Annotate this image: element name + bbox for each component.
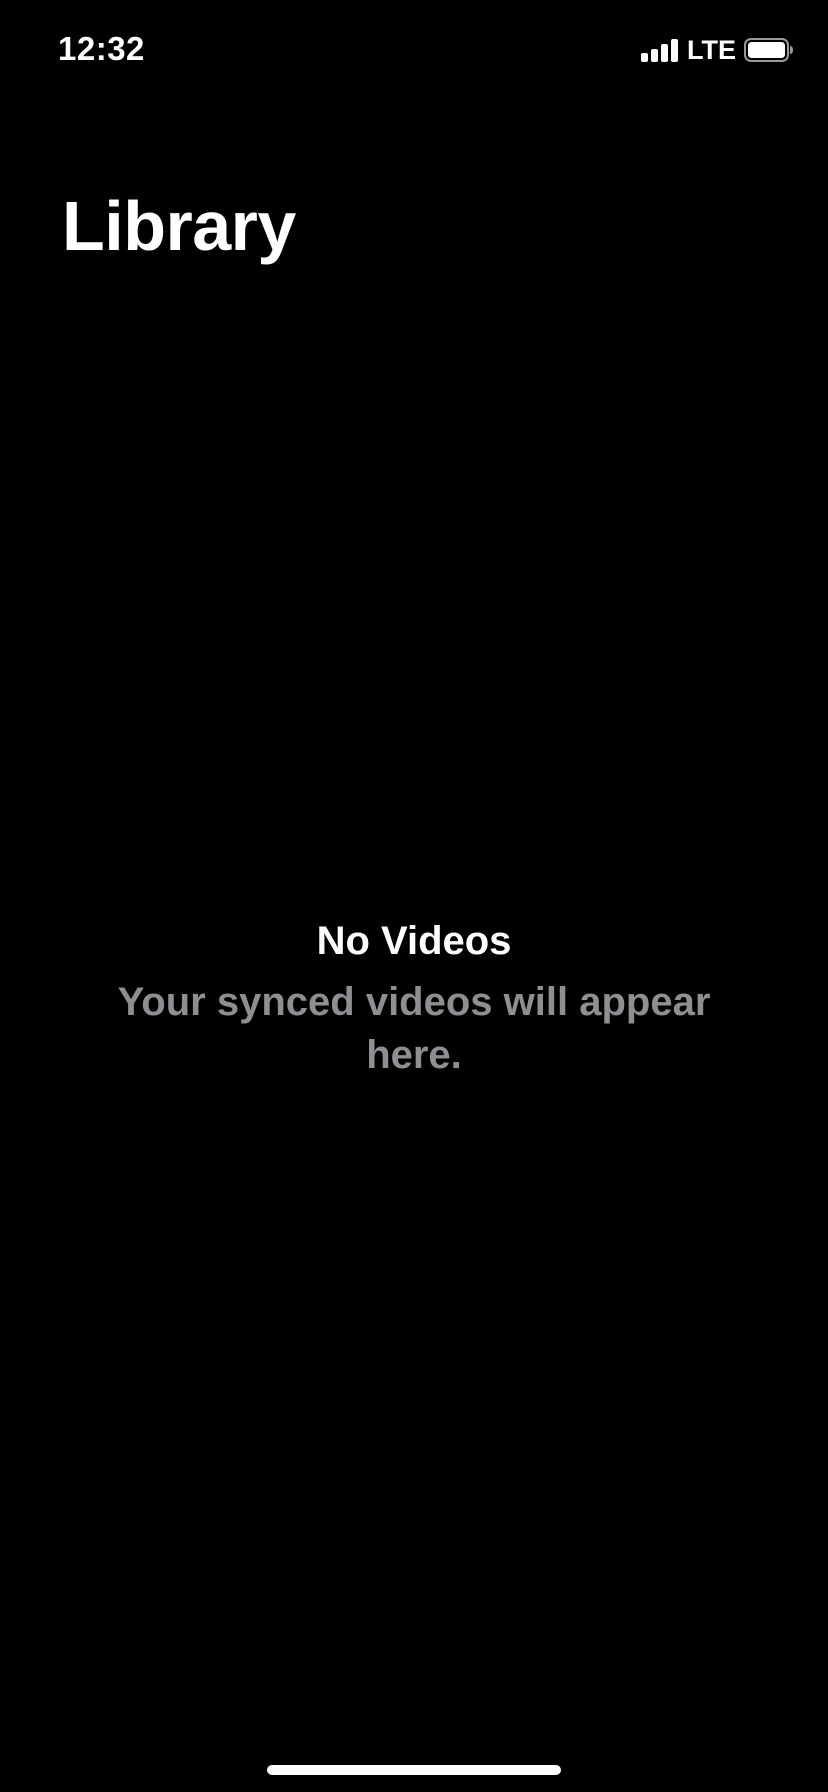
- status-bar: 12:32 LTE: [0, 0, 828, 100]
- empty-state: No Videos Your synced videos will appear…: [0, 912, 828, 1082]
- home-indicator[interactable]: [267, 1765, 561, 1775]
- signal-icon: [641, 38, 681, 62]
- battery-icon: [744, 38, 794, 62]
- status-indicators: LTE: [641, 36, 794, 64]
- status-time: 12:32: [58, 30, 145, 67]
- empty-state-message: Your synced videos will appear here.: [117, 980, 711, 1077]
- page-title: Library: [62, 187, 296, 265]
- empty-state-title: No Videos: [316, 919, 512, 963]
- network-type: LTE: [687, 35, 736, 65]
